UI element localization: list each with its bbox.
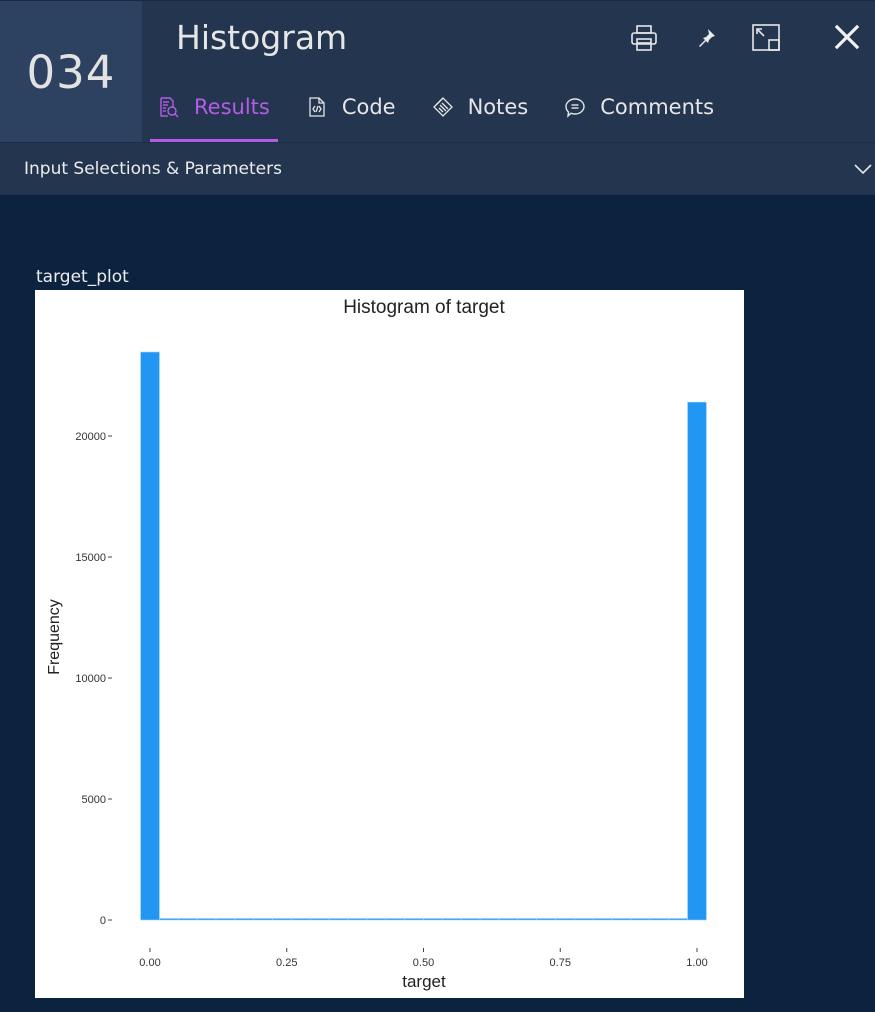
x-tick-label: 1.00 <box>686 957 707 969</box>
header: 034 Histogram Results Code Notes Comment… <box>0 0 875 143</box>
histogram-bar <box>253 918 273 921</box>
x-tick-label: 0.25 <box>276 957 297 969</box>
histogram-bar <box>630 918 651 921</box>
histogram-bar <box>555 918 575 921</box>
histogram-bar <box>649 918 669 921</box>
item-number: 034 <box>26 45 116 99</box>
histogram-bar <box>404 918 424 921</box>
histogram-bar <box>592 918 613 921</box>
histogram-bar <box>366 918 387 921</box>
tab-code-label: Code <box>341 95 396 119</box>
histogram-bar <box>328 918 349 921</box>
tab-notes[interactable]: Notes <box>424 85 537 129</box>
histogram-bar <box>668 918 688 921</box>
x-axis-label: target <box>402 972 446 991</box>
histogram-bar <box>385 918 405 921</box>
tab-bar: Results Code Notes Comments <box>150 85 742 143</box>
x-tick-label: 0.50 <box>413 957 434 969</box>
histogram-plot: Histogram of target Frequency target 0 50… <box>35 290 744 998</box>
histogram-bar <box>291 918 311 921</box>
histogram-bar <box>140 351 160 921</box>
close-icon[interactable] <box>832 23 862 53</box>
histogram-bar <box>178 918 198 921</box>
x-tick-label: 0.00 <box>139 957 160 969</box>
tab-code[interactable]: Code <box>298 85 404 129</box>
tab-results[interactable]: Results <box>150 85 278 143</box>
tab-notes-label: Notes <box>467 95 529 119</box>
plot-label: target_plot <box>36 267 129 287</box>
notes-icon <box>432 96 454 118</box>
histogram-bar <box>460 918 481 921</box>
page-title: Histogram <box>176 18 348 57</box>
histogram-bar <box>347 918 368 921</box>
tab-comments[interactable]: Comments <box>556 85 722 129</box>
histogram-bar <box>611 918 632 921</box>
histogram-bar <box>517 918 537 921</box>
y-axis-label: Frequency <box>46 599 63 675</box>
histogram-bar <box>536 918 556 921</box>
comments-icon <box>564 96 586 118</box>
histogram-bar <box>442 918 462 921</box>
params-label: Input Selections & Parameters <box>24 159 282 179</box>
results-icon <box>158 96 180 118</box>
chart-title: Histogram of target <box>343 297 505 318</box>
histogram-bar <box>574 918 594 921</box>
histogram-bar <box>687 401 707 921</box>
histogram-bar <box>423 918 443 921</box>
histogram-bar <box>215 918 236 921</box>
histogram-bar <box>310 918 330 921</box>
y-tick-label: 10000 <box>75 673 106 685</box>
item-number-box: 034 <box>0 1 142 143</box>
histogram-bar <box>498 918 519 921</box>
histogram-bar <box>159 918 179 921</box>
histogram-bar <box>196 918 217 921</box>
histogram-bar <box>234 918 255 921</box>
pin-icon[interactable] <box>693 23 723 53</box>
y-tick-label: 20000 <box>75 431 106 443</box>
chevron-down-icon <box>854 164 872 175</box>
y-tick-label: 0 <box>100 915 106 927</box>
x-tick-label: 0.75 <box>550 957 571 969</box>
histogram-chart: Histogram of target Frequency target 0 50… <box>46 297 708 991</box>
expand-icon[interactable] <box>751 23 781 53</box>
histogram-bar <box>479 918 500 921</box>
input-selections-toggle[interactable]: Input Selections & Parameters <box>0 142 875 195</box>
y-tick-label: 5000 <box>82 794 106 806</box>
print-icon[interactable] <box>629 23 659 53</box>
histogram-bar <box>272 918 292 921</box>
tab-comments-label: Comments <box>600 95 715 119</box>
tab-results-label: Results <box>194 95 270 119</box>
y-tick-label: 15000 <box>75 552 106 564</box>
code-icon <box>306 96 328 118</box>
